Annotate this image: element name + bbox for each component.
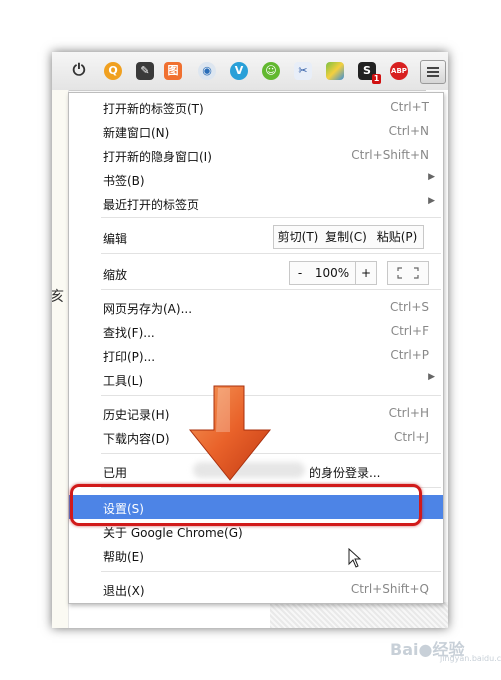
menu-item-label: 缩放 [103,268,128,282]
menu-item-edit: 编辑 剪切(T) 复制(C) 粘贴(P) [69,221,443,251]
submenu-arrow-icon: ▶ [428,172,435,182]
watermark-brand: Bai [390,640,419,659]
screenshot-extension-icon[interactable]: ✂ [294,62,312,80]
menu-item-label: 打开新的标签页(T) [103,102,204,116]
copy-button[interactable]: 复制(C) [321,225,372,249]
menu-item-recent-tabs[interactable]: 最近打开的标签页 ▶ [69,191,443,215]
menu-item-label: 查找(F)... [103,326,155,340]
chrome-menu-icon[interactable] [420,60,446,84]
vimeo-extension-icon[interactable]: V [230,62,248,80]
submenu-arrow-icon: ▶ [428,372,435,382]
menu-item-save-as[interactable]: 网页另存为(A)... Ctrl+S [69,295,443,319]
menu-item-zoom: 缩放 - 100% + [69,257,443,287]
menu-item-shortcut: Ctrl+Shift+N [351,148,429,162]
zoom-in-button[interactable]: + [355,261,377,285]
menu-item-label: 最近打开的标签页 [103,198,200,212]
menu-item-label: 退出(X) [103,584,145,598]
menu-item-shortcut: Ctrl+N [388,124,429,138]
zoom-level-value: 100% [309,261,355,285]
menu-item-label: 网页另存为(A)... [103,302,193,316]
menu-item-shortcut: Ctrl+S [389,300,429,314]
menu-item-label: 下载内容(D) [103,432,170,446]
tuding-extension-icon[interactable]: 图 [164,62,182,80]
qzone-extension-icon[interactable]: Q [104,62,122,80]
zoom-out-button[interactable]: - [289,261,311,285]
google-maps-extension-icon[interactable] [326,62,344,80]
page-background-left: 亥 [52,90,69,628]
menu-item-label: 关于 Google Chrome(G) [103,526,243,540]
stylebot-badge: 1 [372,74,381,84]
wechat-extension-icon[interactable]: ☺ [262,62,280,80]
settings-highlight-annotation [70,484,422,526]
cut-button[interactable]: 剪切(T) [273,225,323,249]
menu-item-label: 历史记录(H) [103,408,170,422]
menu-item-label: 打开新的隐身窗口(I) [103,150,212,164]
menu-item-shortcut: Ctrl+P [390,348,429,362]
watermark-url: jingyan.baidu.com [440,654,501,663]
page-pattern [270,602,448,628]
fullscreen-icon [397,267,419,279]
mouse-cursor-icon [348,548,362,568]
menu-item-print[interactable]: 打印(P)... Ctrl+P [69,343,443,367]
down-arrow-annotation-icon [188,385,272,481]
menu-separator [101,571,441,572]
stylebot-extension-icon[interactable]: S 1 [358,62,381,84]
chrome-main-menu: 打开新的标签页(T) Ctrl+T 新建窗口(N) Ctrl+N 打开新的隐身窗… [68,92,444,604]
menu-item-shortcut: Ctrl+J [394,430,429,444]
menu-item-incognito[interactable]: 打开新的隐身窗口(I) Ctrl+Shift+N [69,143,443,167]
menu-item-new-tab[interactable]: 打开新的标签页(T) Ctrl+T [69,95,443,119]
menu-item-exit[interactable]: 退出(X) Ctrl+Shift+Q [69,577,443,601]
paw-icon: ● [418,640,433,659]
menu-item-label: 书签(B) [103,174,145,188]
menu-separator [101,217,441,218]
browser-toolbar: ⏻ Q ✎ 图 ◉ V ☺ ✂ S 1 ABP [52,52,448,91]
menu-separator [101,253,441,254]
menu-item-shortcut: Ctrl+Shift+Q [350,582,429,596]
menu-item-shortcut: Ctrl+H [388,406,429,420]
menu-item-label: 编辑 [103,232,128,246]
menu-item-label: 打印(P)... [103,350,156,364]
paste-button[interactable]: 粘贴(P) [371,225,424,249]
menu-item-shortcut: Ctrl+T [390,100,429,114]
browser-window: ⏻ Q ✎ 图 ◉ V ☺ ✂ S 1 ABP 亥 打开新的标签页(T) Ctr… [52,52,448,628]
evernote-extension-icon[interactable]: ✎ [136,62,154,80]
fullscreen-button[interactable] [387,261,429,285]
baidu-jingyan-watermark: Bai●经验 jingyan.baidu.com [388,630,501,670]
submenu-arrow-icon: ▶ [428,196,435,206]
adblock-plus-extension-icon[interactable]: ABP [390,62,408,80]
record-extension-icon[interactable]: ◉ [198,62,216,80]
menu-item-new-window[interactable]: 新建窗口(N) Ctrl+N [69,119,443,143]
menu-item-bookmarks[interactable]: 书签(B) ▶ [69,167,443,191]
menu-item-shortcut: Ctrl+F [390,324,429,338]
menu-separator [101,289,441,290]
page-text-fragment: 亥 [52,289,64,305]
menu-item-label: 帮助(E) [103,550,144,564]
menu-item-help[interactable]: 帮助(E) [69,543,443,567]
menu-item-label: 新建窗口(N) [103,126,170,140]
menu-item-label: 工具(L) [103,374,144,388]
power-icon[interactable]: ⏻ [70,60,88,80]
menu-item-find[interactable]: 查找(F)... Ctrl+F [69,319,443,343]
signed-in-suffix: 的身份登录... [309,466,381,480]
signed-in-prefix: 已用 [103,466,128,480]
